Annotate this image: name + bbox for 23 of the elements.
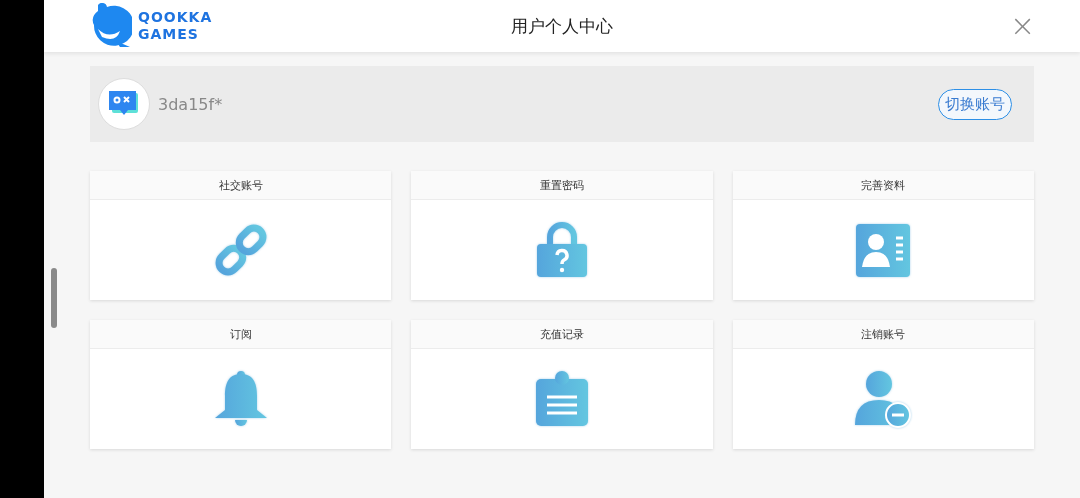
padlock-icon [535,222,589,278]
user-minus-icon [855,370,912,428]
menu-card[interactable]: 注销账号 [732,320,1034,449]
id-card-icon [856,222,911,278]
card-title: 社交账号 [218,177,263,193]
card-title: 完善资料 [861,177,906,193]
menu-card[interactable]: 充值记录 [411,320,713,449]
card-title: 充值记录 [540,326,584,342]
card-title: 注销账号 [861,326,906,342]
page-title: 用户个人中心 [511,15,613,36]
menu-card[interactable]: 完善资料 [732,171,1034,300]
card-title: 重置密码 [540,177,584,193]
username: 3da15f* [158,94,223,114]
mascot-logo-icon [90,3,132,49]
card-title: 订阅 [229,326,252,342]
menu-card[interactable]: 社交账号 [90,171,392,300]
menu-card[interactable]: 重置密码 [411,171,713,300]
logo-text: QOOKKA [138,9,213,26]
switch-account-button[interactable]: 切换账号 [938,88,1012,120]
logo-text: GAMES [138,26,200,43]
menu-card[interactable]: 订阅 [90,320,392,449]
clipboard-icon [535,371,589,427]
scrollbar-thumb[interactable] [51,268,57,328]
